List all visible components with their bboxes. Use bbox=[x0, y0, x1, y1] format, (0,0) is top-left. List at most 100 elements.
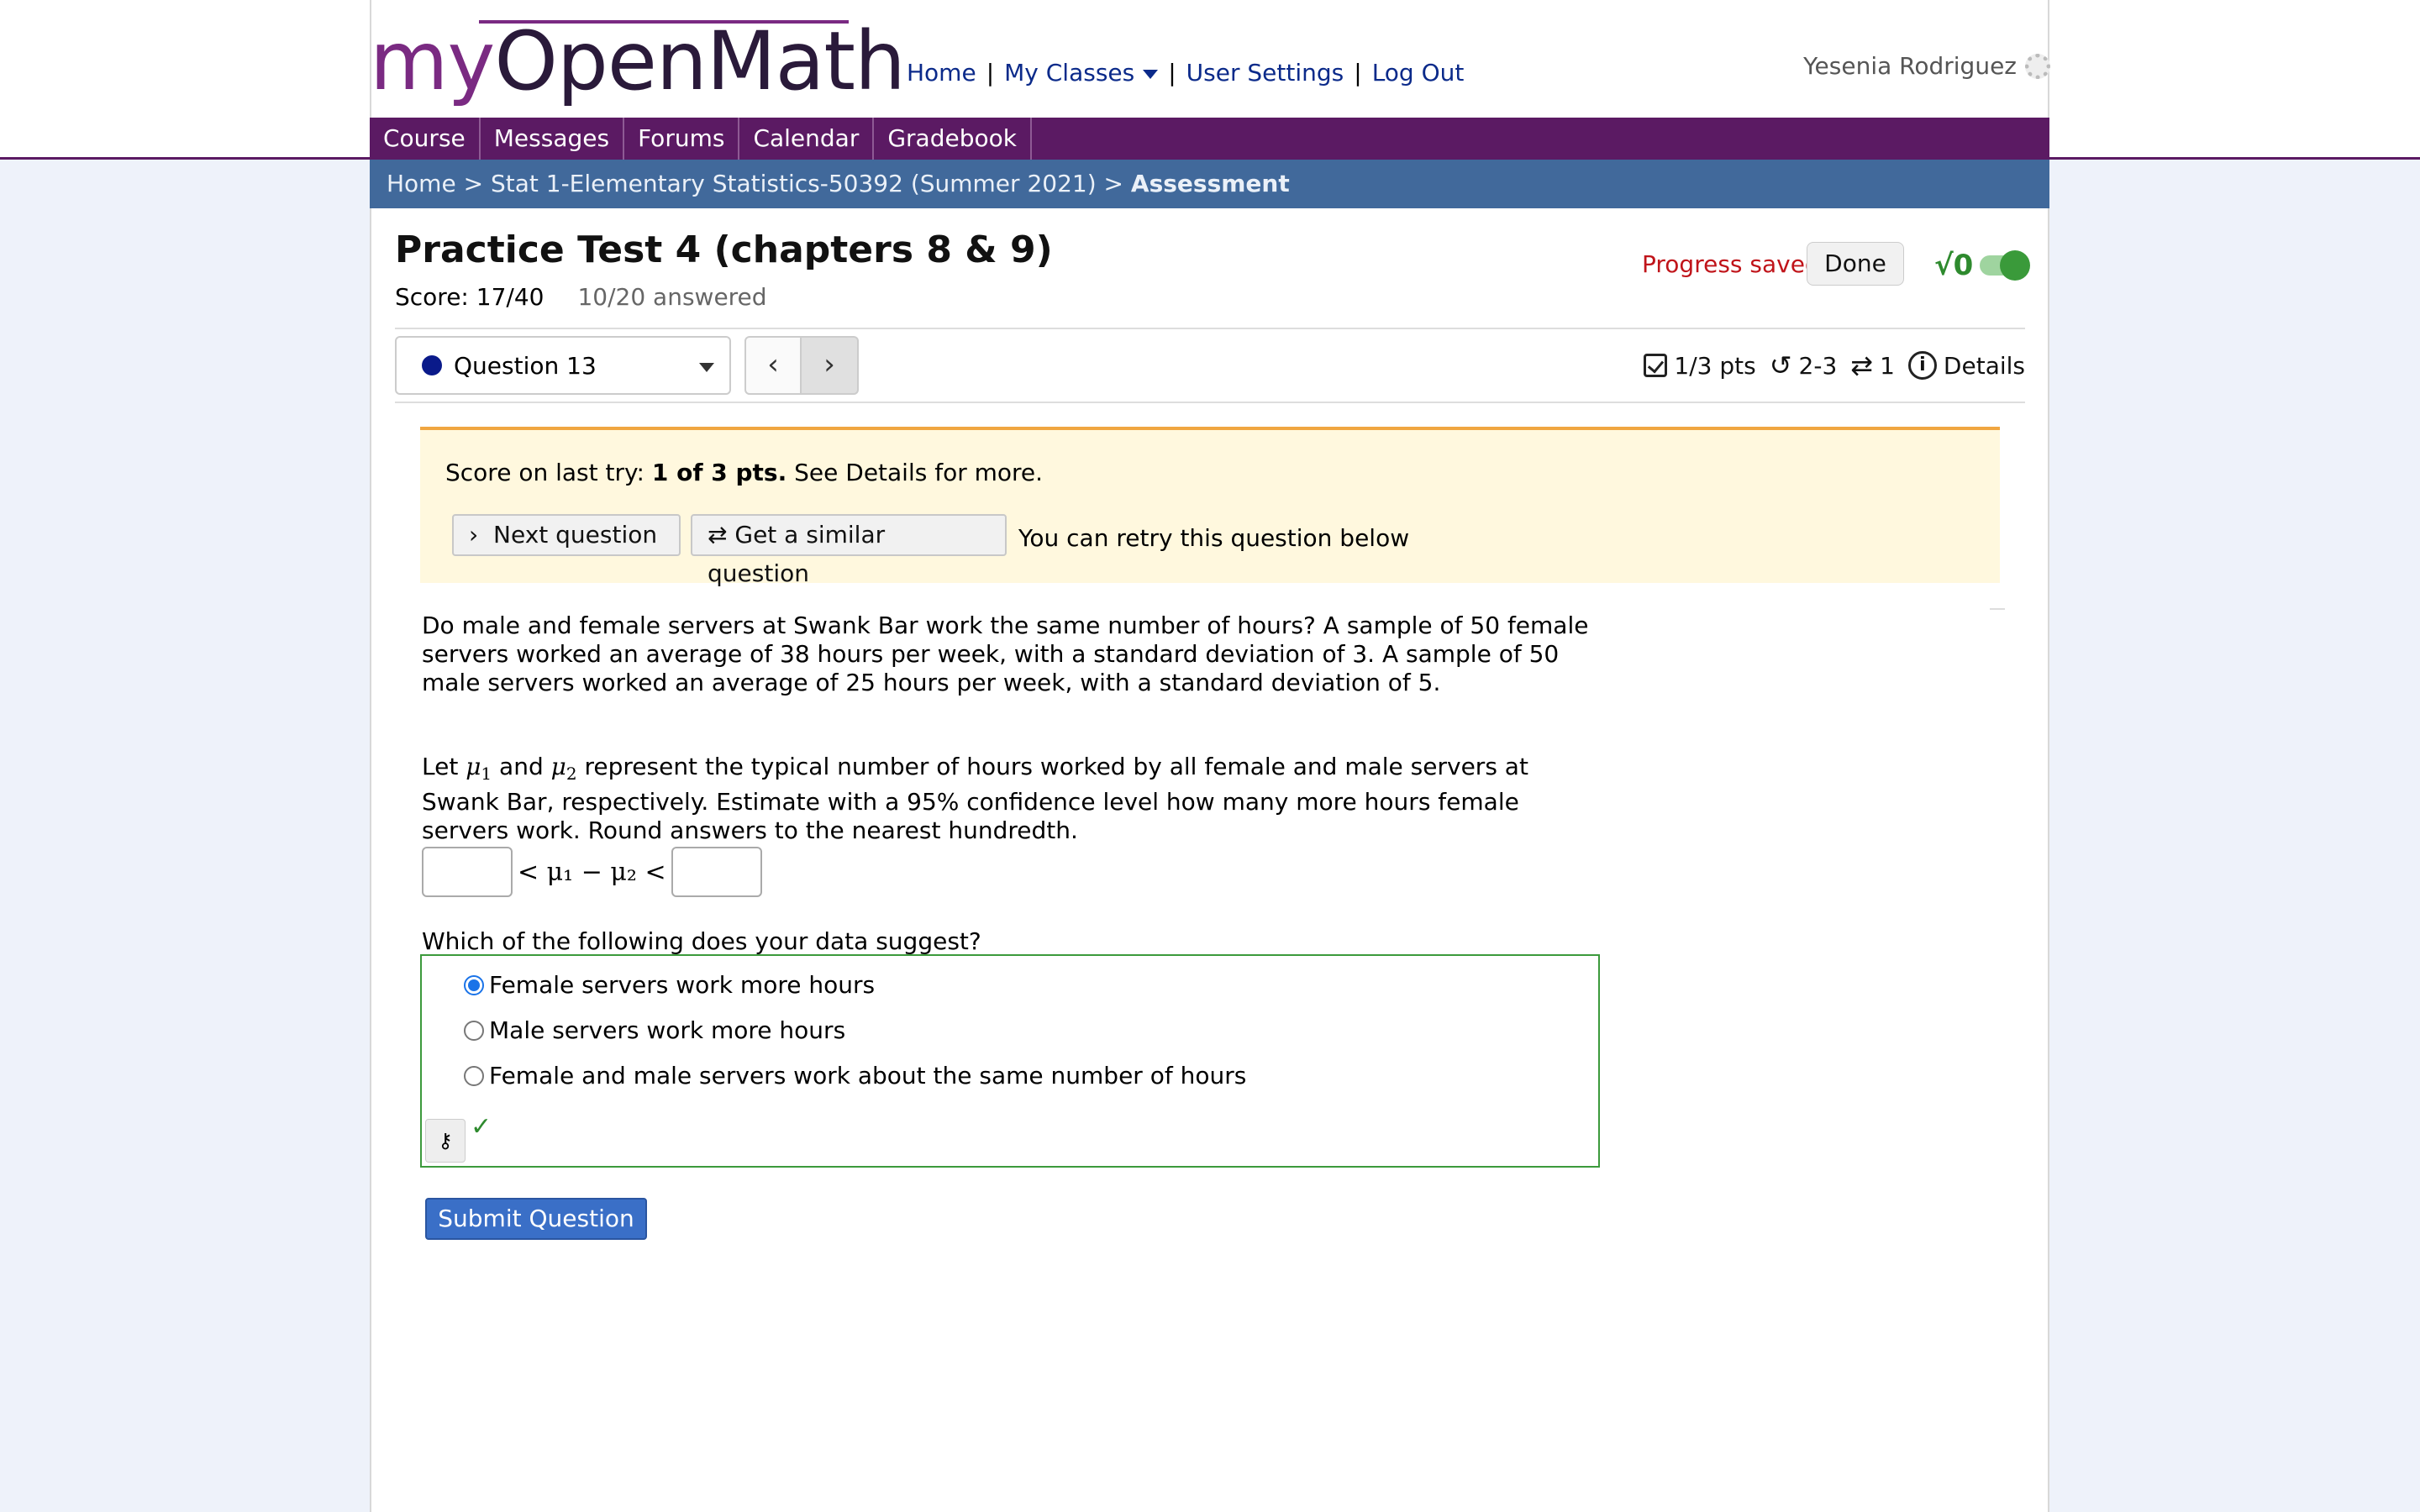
course-nav-course[interactable]: Course bbox=[370, 118, 481, 160]
next-question-feedback-button[interactable]: › Next question bbox=[452, 514, 681, 556]
points-text: 1/3 pts bbox=[1674, 351, 1756, 380]
question-pager: ‹ › bbox=[744, 336, 859, 395]
breadcrumb-course[interactable]: Stat 1-Elementary Statistics-50392 (Summ… bbox=[491, 170, 1097, 197]
toggle-knob bbox=[2000, 250, 2031, 281]
logo-my: my bbox=[370, 14, 495, 108]
radio-unselected[interactable] bbox=[464, 1065, 484, 1086]
breadcrumb-separator: > bbox=[1103, 170, 1124, 197]
last-try-score-value: 1 of 3 pts. bbox=[651, 459, 787, 486]
next-question-button[interactable]: › bbox=[802, 336, 859, 395]
previous-question-button[interactable]: ‹ bbox=[744, 336, 802, 395]
choice-prompt: Which of the following does your data su… bbox=[422, 927, 981, 955]
nav-user-settings-link[interactable]: User Settings bbox=[1186, 59, 1344, 87]
mu-glyph: μ bbox=[466, 753, 481, 780]
user-area: Yesenia Rodriguez bbox=[1803, 52, 2050, 80]
divider bbox=[1990, 608, 2005, 610]
next-question-label: Next question bbox=[493, 521, 658, 549]
para2-before: Let bbox=[422, 753, 466, 780]
lower-bound-input[interactable] bbox=[422, 847, 513, 897]
radio-unselected[interactable] bbox=[464, 1020, 484, 1041]
nav-my-classes-link[interactable]: My Classes bbox=[1004, 59, 1159, 87]
upper-bound-input[interactable] bbox=[671, 847, 762, 897]
top-nav: Home | My Classes | User Settings | Log … bbox=[907, 59, 1464, 87]
question-paragraph-2: Let μ1 and μ2 represent the typical numb… bbox=[422, 753, 1598, 845]
choice-label: Male servers work more hours bbox=[489, 1016, 846, 1044]
nav-separator: | bbox=[986, 59, 995, 87]
nav-separator: | bbox=[1354, 59, 1362, 87]
nav-logout-link[interactable]: Log Out bbox=[1372, 59, 1465, 87]
choice-female-more[interactable]: Female servers work more hours bbox=[464, 971, 875, 999]
course-nav-messages[interactable]: Messages bbox=[481, 118, 625, 160]
done-button[interactable]: Done bbox=[1807, 242, 1904, 286]
attempts-text: 2-3 bbox=[1798, 351, 1838, 380]
mu-subscript-1: 1 bbox=[481, 764, 492, 784]
question-status-dot-icon bbox=[422, 355, 442, 375]
similar-question-button[interactable]: ⇄ Get a similar question bbox=[691, 514, 1007, 587]
mu-subscript-2: 2 bbox=[566, 764, 577, 784]
inequality-expression: < μ₁ − μ₂ < bbox=[518, 857, 666, 887]
confidence-interval-inputs: < μ₁ − μ₂ < bbox=[422, 847, 762, 897]
question-paragraph-1: Do male and female servers at Swank Bar … bbox=[422, 612, 1589, 696]
nav-my-classes-label: My Classes bbox=[1004, 59, 1135, 87]
breadcrumb-separator: > bbox=[463, 170, 484, 197]
mu-glyph: μ bbox=[550, 753, 566, 780]
retry-icon: ↺ bbox=[1769, 349, 1792, 381]
choice-male-more[interactable]: Male servers work more hours bbox=[464, 1016, 845, 1044]
points-indicator: 1/3 pts bbox=[1644, 351, 1756, 380]
course-nav-gradebook[interactable]: Gradebook bbox=[874, 118, 1032, 160]
details-toggle[interactable]: i Details bbox=[1907, 351, 2025, 380]
chevron-right-icon: › bbox=[469, 521, 479, 549]
sqrt-icon: √0 bbox=[1934, 249, 1974, 282]
question-select[interactable]: Question 13 bbox=[395, 336, 731, 395]
attempts-indicator: ↺ 2-3 bbox=[1770, 349, 1838, 381]
breadcrumb-home[interactable]: Home bbox=[387, 170, 456, 197]
course-nav-calendar[interactable]: Calendar bbox=[739, 118, 875, 160]
submit-question-button[interactable]: Submit Question bbox=[425, 1198, 647, 1240]
page-title: Practice Test 4 (chapters 8 & 9) bbox=[395, 228, 1053, 271]
score-line: Score: 17/40 10/20 answered bbox=[395, 283, 767, 311]
info-icon: i bbox=[1907, 351, 1937, 380]
mu2-symbol: μ2 bbox=[550, 753, 577, 784]
answered-count: 10/20 answered bbox=[577, 283, 767, 311]
course-nav-forums[interactable]: Forums bbox=[624, 118, 740, 160]
checkmark-icon: ✓ bbox=[471, 1112, 492, 1142]
myopenmath-logo[interactable]: myOpenMath bbox=[370, 14, 906, 108]
regen-indicator: ⇄ 1 bbox=[1850, 349, 1895, 381]
nav-separator: | bbox=[1168, 59, 1176, 87]
logo-swash bbox=[479, 20, 849, 24]
breadcrumb-current: Assessment bbox=[1130, 170, 1290, 197]
para2-after: represent the typical number of hours wo… bbox=[422, 753, 1528, 844]
math-display-toggle[interactable]: √0 bbox=[1934, 249, 2031, 282]
divider bbox=[395, 328, 2025, 329]
details-label: Details bbox=[1943, 351, 2025, 380]
mu1-symbol: μ1 bbox=[466, 753, 492, 784]
score-feedback-panel: Score on last try: 1 of 3 pts. See Detai… bbox=[420, 427, 2000, 587]
divider bbox=[395, 402, 2025, 403]
choice-same[interactable]: Female and male servers work about the s… bbox=[464, 1062, 1246, 1089]
regenerate-icon: ⇄ bbox=[708, 521, 728, 549]
logo-openmath: OpenMath bbox=[494, 14, 906, 108]
regen-text: 1 bbox=[1880, 351, 1895, 380]
similar-question-label: Get a similar question bbox=[708, 521, 886, 587]
question-meta: 1/3 pts ↺ 2-3 ⇄ 1 i Details bbox=[1644, 349, 2025, 381]
last-try-prefix: Score on last try: bbox=[445, 459, 652, 486]
chevron-down-icon bbox=[1143, 69, 1159, 79]
retry-note: You can retry this question below bbox=[1018, 524, 1410, 552]
choice-label: Female and male servers work about the s… bbox=[489, 1062, 1247, 1089]
breadcrumb: Home > Stat 1-Elementary Statistics-5039… bbox=[370, 160, 2049, 208]
question-select-label: Question 13 bbox=[454, 351, 597, 380]
last-try-suffix: See Details for more. bbox=[786, 459, 1044, 486]
score-text: Score: 17/40 bbox=[395, 283, 544, 311]
user-name: Yesenia Rodriguez bbox=[1803, 52, 2017, 80]
checkbox-icon bbox=[1644, 354, 1668, 377]
gear-icon[interactable] bbox=[2025, 53, 2050, 79]
course-nav: Course Messages Forums Calendar Gradeboo… bbox=[370, 118, 2049, 160]
radio-selected[interactable] bbox=[464, 974, 484, 995]
key-icon[interactable]: ⚷ bbox=[425, 1119, 466, 1163]
regenerate-icon: ⇄ bbox=[1850, 349, 1874, 381]
progress-status: Progress saved bbox=[1642, 250, 1820, 278]
nav-home-link[interactable]: Home bbox=[907, 59, 976, 87]
choice-group: Female servers work more hours Male serv… bbox=[420, 954, 1600, 1168]
last-try-score: Score on last try: 1 of 3 pts. See Detai… bbox=[445, 459, 1043, 486]
toggle-switch[interactable] bbox=[1980, 250, 2031, 281]
